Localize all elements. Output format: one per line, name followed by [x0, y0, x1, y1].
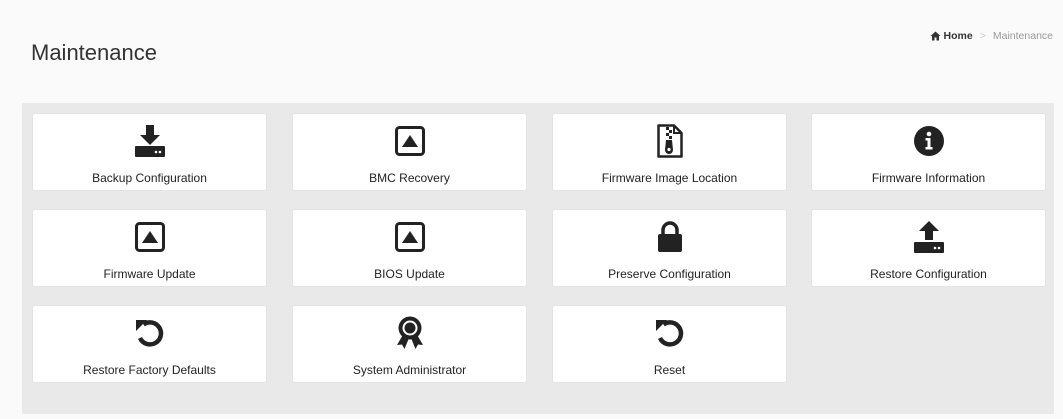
breadcrumb-home-label: Home	[943, 30, 973, 42]
tile-backup-configuration[interactable]: Backup Configuration	[33, 114, 266, 190]
tile-label: Reset	[653, 363, 686, 377]
upload-box-icon	[33, 220, 266, 254]
tile-label: Firmware Information	[871, 171, 986, 185]
tile-label: Backup Configuration	[92, 171, 207, 185]
tile-restore-factory-defaults[interactable]: Restore Factory Defaults	[33, 306, 266, 382]
breadcrumb-current: Maintenance	[992, 30, 1053, 42]
info-circle-icon	[812, 124, 1045, 158]
upload-box-icon	[293, 220, 526, 254]
tile-label: Restore Configuration	[870, 267, 987, 281]
tile-label: Restore Factory Defaults	[83, 363, 216, 377]
zip-file-icon	[553, 124, 786, 158]
undo-icon	[33, 316, 266, 350]
tile-label: System Administrator	[352, 363, 467, 377]
tile-label: Firmware Image Location	[601, 171, 738, 185]
tile-firmware-update[interactable]: Firmware Update	[33, 210, 266, 286]
tile-label: Preserve Configuration	[608, 267, 731, 281]
undo-icon	[553, 316, 786, 350]
tile-bios-update[interactable]: BIOS Update	[293, 210, 526, 286]
maintenance-page: Maintenance Home > Maintenance Backup Co…	[0, 0, 1063, 419]
page-title: Maintenance	[31, 40, 157, 65]
tile-system-administrator[interactable]: System Administrator	[293, 306, 526, 382]
tile-firmware-information[interactable]: Firmware Information	[812, 114, 1045, 190]
upload-drive-icon	[812, 220, 1045, 254]
tile-restore-configuration[interactable]: Restore Configuration	[812, 210, 1045, 286]
maintenance-tiles-panel: Backup Configuration BMC Recovery Firmwa…	[22, 103, 1054, 414]
upload-box-icon	[293, 124, 526, 158]
download-drive-icon	[33, 124, 266, 158]
tile-label: BIOS Update	[374, 267, 445, 281]
award-ribbon-icon	[293, 316, 526, 350]
breadcrumb-home-link[interactable]: Home	[930, 30, 973, 42]
tile-label: BMC Recovery	[369, 171, 450, 185]
tile-reset[interactable]: Reset	[553, 306, 786, 382]
tile-bmc-recovery[interactable]: BMC Recovery	[293, 114, 526, 190]
breadcrumb: Home > Maintenance	[930, 30, 1053, 42]
home-icon	[930, 31, 941, 41]
tile-firmware-image-location[interactable]: Firmware Image Location	[553, 114, 786, 190]
tile-label: Firmware Update	[103, 267, 196, 281]
tile-preserve-configuration[interactable]: Preserve Configuration	[553, 210, 786, 286]
breadcrumb-separator: >	[979, 30, 986, 42]
lock-icon	[553, 220, 786, 254]
